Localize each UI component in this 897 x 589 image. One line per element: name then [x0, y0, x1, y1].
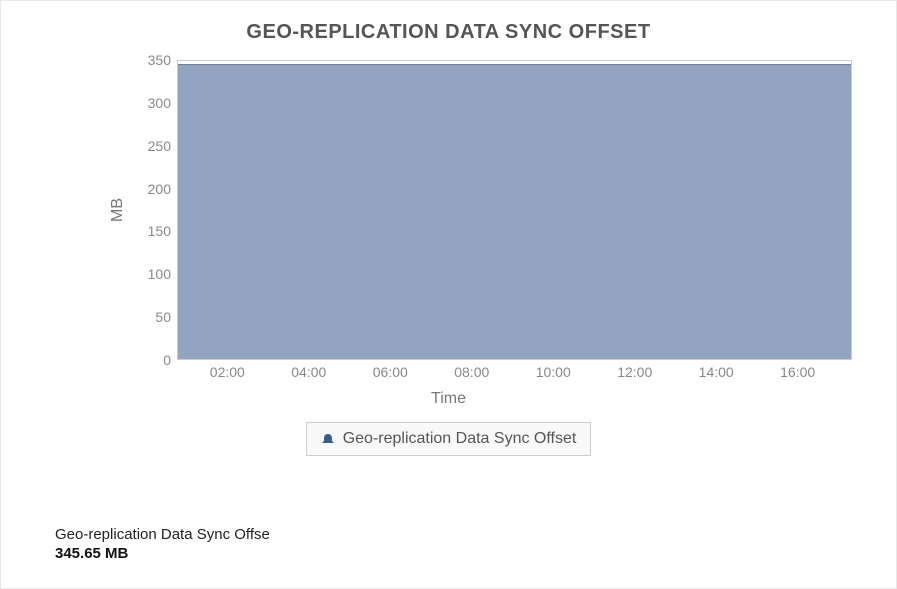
x-tick-label: 04:00 [291, 364, 326, 380]
chart-body: MB 050100150200250300350 [105, 60, 852, 360]
plot-area [177, 60, 852, 360]
x-axis-label: Time [25, 390, 872, 408]
y-tick-label: 100 [148, 266, 171, 282]
x-tick-label: 12:00 [617, 364, 652, 380]
summary-value: 345.65 MB [55, 545, 275, 562]
chart-title: GEO-REPLICATION DATA SYNC OFFSET [25, 21, 872, 44]
x-tick-label: 10:00 [536, 364, 571, 380]
x-tick-label: 14:00 [699, 364, 734, 380]
chart-panel: GEO-REPLICATION DATA SYNC OFFSET MB 0 50 1… [0, 0, 897, 589]
y-axis-ticks: 050100150200250300350 [131, 60, 177, 360]
y-axis-label: MB [105, 60, 131, 360]
y-tick-label: 350 [148, 52, 171, 68]
x-axis-row: 02:00 04:00 06:00 08:00 10:00 12:00 14:00 16:00 [105, 360, 852, 388]
summary-label: Geo-replication Data Sync Offse [55, 526, 275, 543]
y-tick-label: 250 [148, 138, 171, 154]
y-tick-label: 0 [163, 352, 171, 368]
summary-block: Geo-replication Data Sync Offse 345.65 M… [55, 526, 275, 562]
x-tick-label: 08:00 [454, 364, 489, 380]
x-tick-label: 02:00 [210, 364, 245, 380]
y-tick-label: 150 [148, 223, 171, 239]
legend-item: Geo-replication Data Sync Offset [306, 422, 592, 456]
bell-icon [321, 433, 335, 445]
y-tick-label: 300 [148, 95, 171, 111]
legend-row: Geo-replication Data Sync Offset [25, 422, 872, 456]
y-tick-label: 50 [155, 309, 171, 325]
data-area-fill [178, 64, 851, 359]
x-tick-label: 06:00 [373, 364, 408, 380]
y-tick-label: 200 [148, 181, 171, 197]
legend-label: Geo-replication Data Sync Offset [343, 430, 577, 448]
x-tick-label: 16:00 [780, 364, 815, 380]
x-axis-ticks: 02:00 04:00 06:00 08:00 10:00 12:00 14:00 16:00 [173, 360, 852, 388]
